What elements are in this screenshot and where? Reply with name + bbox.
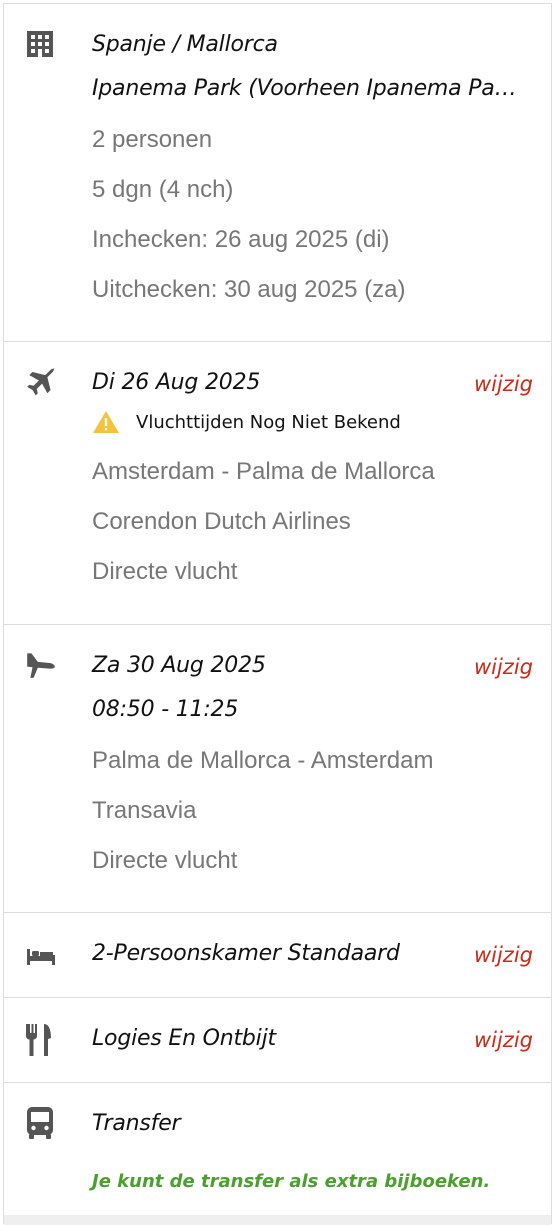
board-type: Logies En Ontbijt bbox=[92, 1026, 276, 1051]
room-section: 2-Persoonskamer Standaard wijzig bbox=[4, 913, 551, 998]
checkout-label: Uitchecken: 30 aug 2025 (za) bbox=[92, 276, 406, 303]
bed-icon bbox=[24, 939, 58, 969]
board-section: Logies En Ontbijt wijzig bbox=[4, 998, 551, 1083]
return-flight-section: Za 30 Aug 2025 wijzig 08:50 - 11:25 Palm… bbox=[4, 625, 551, 913]
return-route: Palma de Mallorca - Amsterdam bbox=[92, 747, 434, 774]
booking-summary-panel: Spanje / Mallorca Ipanema Park (Voorheen… bbox=[3, 3, 552, 1225]
hotel-section: Spanje / Mallorca Ipanema Park (Voorheen… bbox=[4, 4, 551, 342]
building-icon bbox=[24, 28, 56, 60]
fork-knife-icon bbox=[24, 1022, 54, 1058]
room-type: 2-Persoonskamer Standaard bbox=[92, 941, 400, 966]
edit-board-link[interactable]: wijzig bbox=[474, 1028, 533, 1052]
airplane-landing-icon bbox=[24, 647, 58, 681]
warning-icon bbox=[92, 410, 120, 434]
outbound-route: Amsterdam - Palma de Mallorca bbox=[92, 458, 435, 485]
destination-label: Spanje / Mallorca bbox=[92, 32, 278, 57]
bus-icon bbox=[24, 1105, 56, 1141]
transfer-note: Je kunt de transfer als extra bijboeken. bbox=[92, 1171, 491, 1192]
flight-time-warning: Vluchttijden Nog Niet Bekend bbox=[92, 410, 401, 434]
outbound-airline: Corendon Dutch Airlines bbox=[92, 508, 351, 535]
return-date: Za 30 Aug 2025 bbox=[92, 653, 266, 678]
checkin-label: Inchecken: 26 aug 2025 (di) bbox=[92, 226, 390, 253]
outbound-flight-type: Directe vlucht bbox=[92, 558, 238, 585]
airplane-icon bbox=[24, 364, 58, 398]
outbound-flight-section: Di 26 Aug 2025 wijzig Vluchttijden Nog N… bbox=[4, 342, 551, 625]
transfer-label: Transfer bbox=[92, 1111, 181, 1136]
edit-outbound-flight-link[interactable]: wijzig bbox=[474, 372, 533, 396]
persons-label: 2 personen bbox=[92, 126, 213, 153]
hotel-name: Ipanema Park (Voorheen Ipanema Park Apar… bbox=[92, 76, 522, 101]
duration-label: 5 dgn (4 nch) bbox=[92, 176, 234, 203]
transfer-section: Transfer Je kunt de transfer als extra b… bbox=[4, 1083, 551, 1225]
warning-text: Vluchttijden Nog Niet Bekend bbox=[136, 411, 401, 433]
edit-room-link[interactable]: wijzig bbox=[474, 943, 533, 967]
return-times: 08:50 - 11:25 bbox=[92, 697, 239, 722]
outbound-date: Di 26 Aug 2025 bbox=[92, 370, 261, 395]
return-airline: Transavia bbox=[92, 797, 197, 824]
edit-return-flight-link[interactable]: wijzig bbox=[474, 655, 533, 679]
return-flight-type: Directe vlucht bbox=[92, 847, 238, 874]
